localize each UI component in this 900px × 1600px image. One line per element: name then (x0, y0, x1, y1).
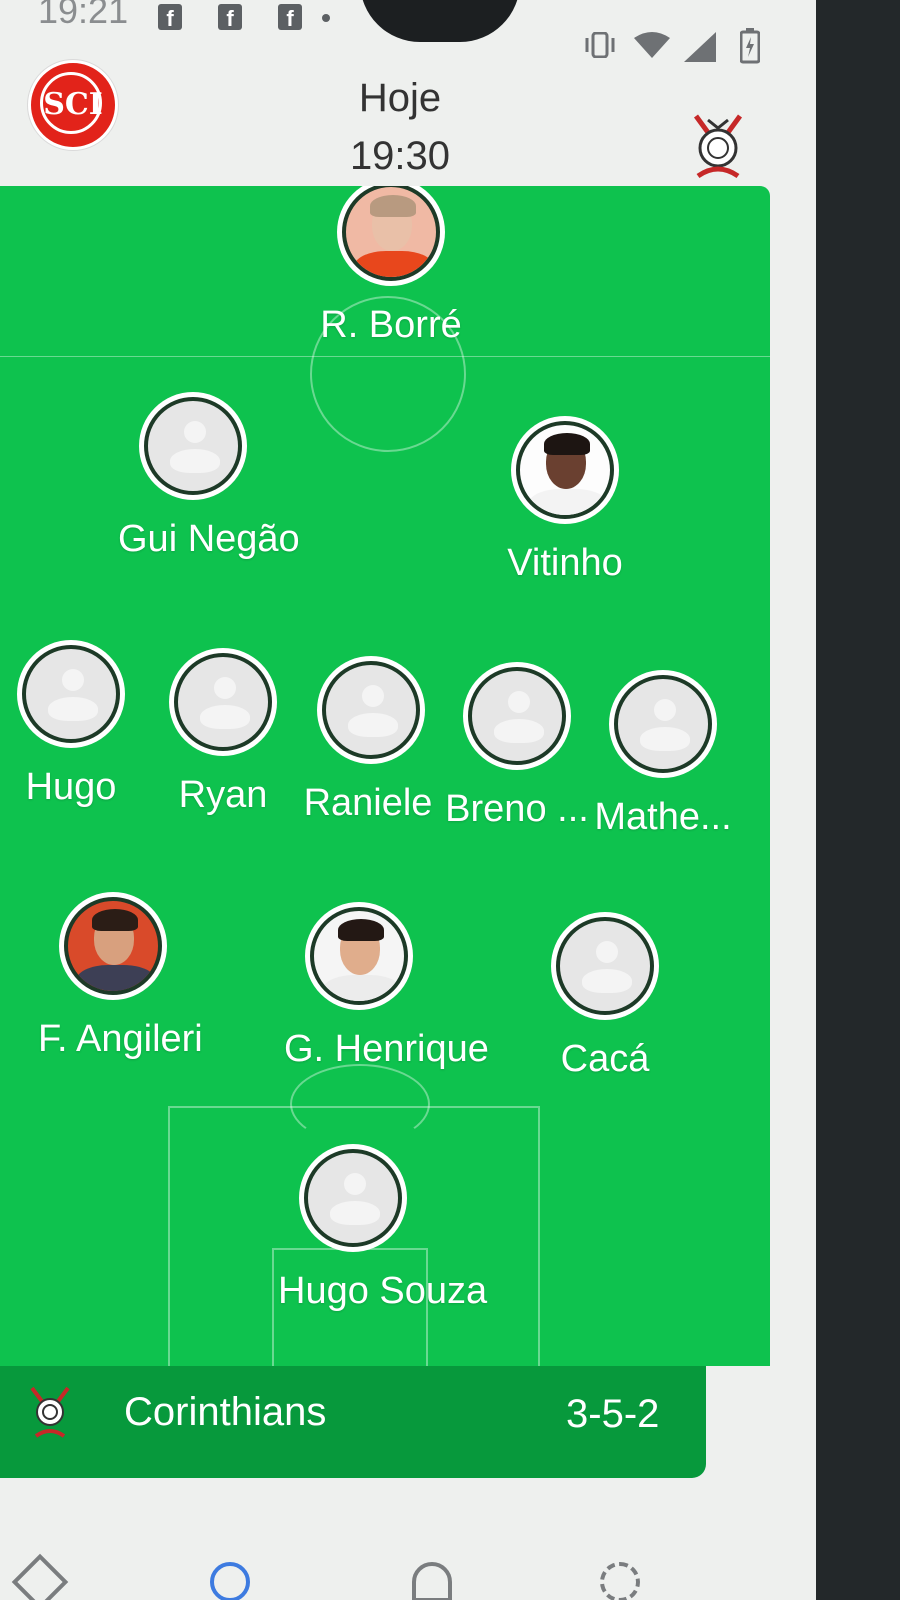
player-avatar-placeholder (463, 662, 571, 770)
player-card[interactable]: R. Borré (316, 186, 466, 347)
corinthians-crest-icon[interactable] (686, 112, 750, 184)
bottom-nav (0, 1540, 816, 1600)
phone-bezel (812, 0, 900, 1600)
player-card[interactable]: Breno ... (442, 662, 592, 831)
player-name: Ryan (178, 774, 268, 816)
player-card[interactable]: Ryan (148, 648, 298, 817)
player-name: Cacá (560, 1038, 650, 1080)
player-avatar-placeholder (609, 670, 717, 778)
app-screen: 19:21 f f f SCI Hoje 19:30 R. Borré Gui … (0, 0, 816, 1600)
player-name: G. Henrique (284, 1028, 489, 1070)
formation: 3-5-2 (566, 1392, 660, 1436)
notification-dot-icon (322, 14, 330, 22)
facebook-notification-icon: f (218, 4, 242, 31)
player-card[interactable]: F. Angileri (38, 892, 203, 1061)
corinthians-crest-icon (30, 1386, 70, 1438)
player-card[interactable]: Hugo Souza (278, 1144, 488, 1313)
internacional-crest-icon[interactable]: SCI (28, 60, 118, 150)
player-card[interactable]: Raniele (296, 656, 446, 825)
player-name: F. Angileri (38, 1018, 203, 1060)
match-header: SCI Hoje 19:30 (0, 46, 816, 186)
player-name: Hugo Souza (278, 1270, 488, 1312)
settings-nav-icon[interactable] (600, 1562, 640, 1600)
player-name: Mathe... (594, 796, 732, 838)
player-avatar (337, 186, 445, 286)
player-avatar-placeholder (139, 392, 247, 500)
facebook-notification-icon: f (278, 4, 302, 31)
player-card[interactable]: Gui Negão (118, 392, 300, 561)
player-name: Raniele (303, 782, 433, 824)
player-avatar (59, 892, 167, 1000)
facebook-notification-icon: f (158, 4, 182, 31)
crest-monogram: SCI (43, 87, 103, 122)
player-card[interactable]: Mathe... (588, 670, 738, 839)
player-card[interactable]: Hugo (0, 640, 146, 809)
match-day: Hoje (358, 76, 442, 120)
player-name: Breno ... (445, 788, 589, 830)
status-time: 19:21 (38, 0, 129, 31)
match-time: 19:30 (349, 134, 451, 178)
player-name: Gui Negão (118, 518, 300, 560)
player-avatar-placeholder (169, 648, 277, 756)
team-name: Corinthians (124, 1390, 327, 1434)
status-bar: 19:21 f f f (0, 0, 816, 64)
camera-notch (360, 0, 520, 42)
player-avatar-placeholder (317, 656, 425, 764)
player-name: R. Borré (320, 304, 462, 346)
player-avatar-placeholder (551, 912, 659, 1020)
notifications-nav-icon[interactable] (412, 1562, 452, 1600)
player-name: Hugo (25, 766, 117, 808)
player-card[interactable]: G. Henrique (284, 902, 489, 1071)
lineup-pitch: R. Borré Gui Negão Vitinho Hugo Ryan Ran… (0, 186, 770, 1366)
player-card[interactable]: Vitinho (490, 416, 640, 585)
player-avatar (511, 416, 619, 524)
home-nav-icon[interactable] (11, 1553, 69, 1600)
player-card[interactable]: Cacá (530, 912, 680, 1081)
player-name: Vitinho (507, 542, 623, 584)
team-bar[interactable]: Corinthians 3-5-2 (0, 1366, 706, 1478)
player-avatar-placeholder (299, 1144, 407, 1252)
player-avatar (305, 902, 413, 1010)
player-avatar-placeholder (17, 640, 125, 748)
search-nav-icon[interactable] (210, 1562, 250, 1600)
